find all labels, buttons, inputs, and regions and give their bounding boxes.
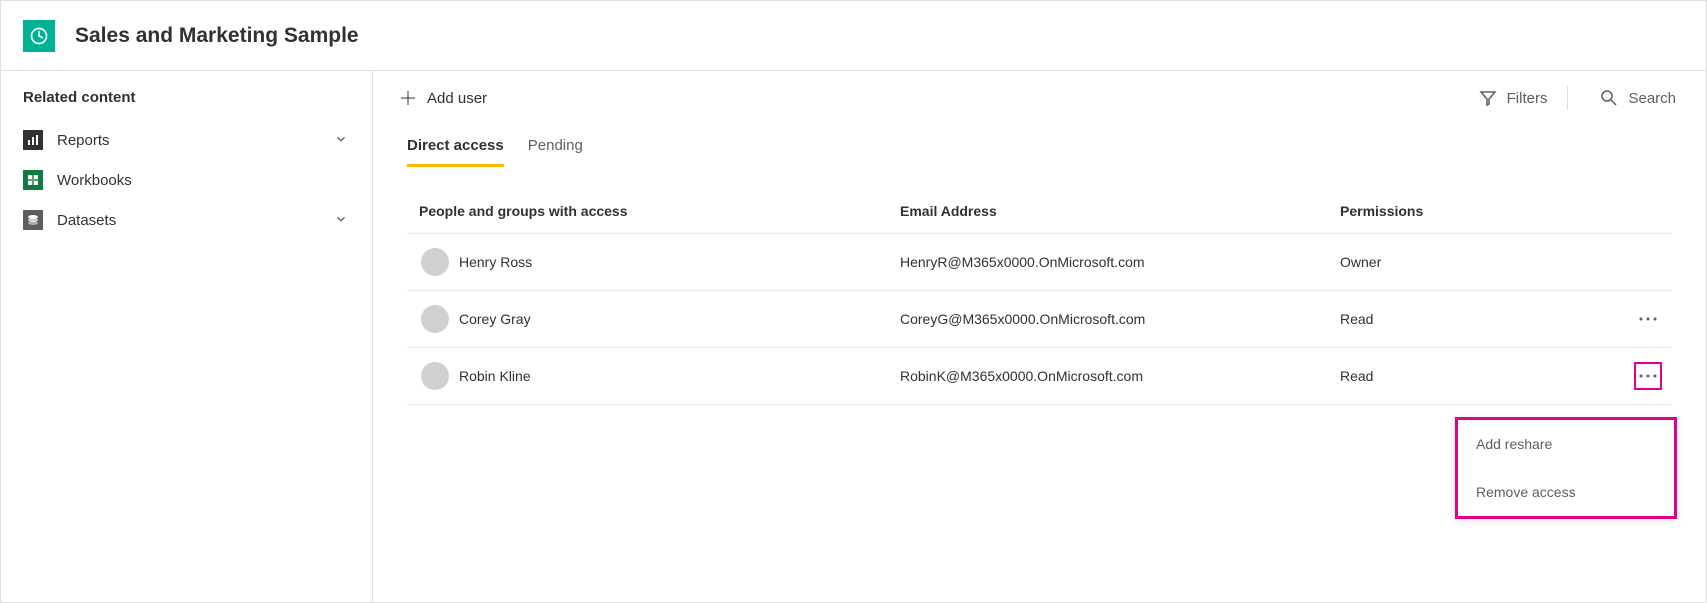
toolbar: Add user Filters Search <box>373 71 1706 125</box>
more-options-button[interactable] <box>1634 305 1662 333</box>
avatar <box>421 305 449 333</box>
column-header-people[interactable]: People and groups with access <box>407 203 900 219</box>
table-row: Henry Ross HenryR@M365x0000.OnMicrosoft.… <box>407 234 1672 291</box>
sidebar-item-reports[interactable]: Reports <box>1 120 372 160</box>
sidebar-item-label: Reports <box>57 132 334 149</box>
filters-button[interactable]: Filters <box>1467 83 1560 113</box>
user-email: RobinK@M365x0000.OnMicrosoft.com <box>900 368 1340 384</box>
sidebar-heading: Related content <box>1 89 372 120</box>
tabs: Direct access Pending <box>373 125 1706 167</box>
table-row: Robin Kline RobinK@M365x0000.OnMicrosoft… <box>407 348 1672 405</box>
access-table: People and groups with access Email Addr… <box>373 167 1706 405</box>
content-area: Related content Reports Workbooks Datase… <box>1 71 1706 602</box>
user-email: CoreyG@M365x0000.OnMicrosoft.com <box>900 311 1340 327</box>
add-user-label: Add user <box>427 90 487 107</box>
avatar <box>421 362 449 390</box>
sidebar-item-label: Datasets <box>57 212 334 229</box>
sidebar-item-label: Workbooks <box>57 172 350 189</box>
table-row: Corey Gray CoreyG@M365x0000.OnMicrosoft.… <box>407 291 1672 348</box>
ellipsis-icon <box>1639 374 1657 378</box>
tab-pending[interactable]: Pending <box>528 125 583 167</box>
column-header-permissions[interactable]: Permissions <box>1340 203 1485 219</box>
page-header: Sales and Marketing Sample <box>1 1 1706 71</box>
user-name: Henry Ross <box>459 254 532 270</box>
column-header-email[interactable]: Email Address <box>900 203 1340 219</box>
sidebar-item-workbooks[interactable]: Workbooks <box>1 160 372 200</box>
context-menu: Add reshare Remove access <box>1455 417 1677 519</box>
sidebar-item-datasets[interactable]: Datasets <box>1 200 372 240</box>
app-icon <box>23 20 55 52</box>
tab-direct-access[interactable]: Direct access <box>407 125 504 167</box>
chevron-down-icon <box>334 132 350 148</box>
workbooks-icon <box>23 170 43 190</box>
avatar <box>421 248 449 276</box>
search-button[interactable]: Search <box>1588 83 1688 113</box>
filter-icon <box>1479 89 1497 107</box>
add-user-button[interactable]: Add user <box>391 83 495 113</box>
search-label: Search <box>1628 90 1676 107</box>
menu-item-remove-access[interactable]: Remove access <box>1458 468 1674 516</box>
user-email: HenryR@M365x0000.OnMicrosoft.com <box>900 254 1340 270</box>
menu-item-add-reshare[interactable]: Add reshare <box>1458 420 1674 468</box>
page-title: Sales and Marketing Sample <box>75 24 359 48</box>
ellipsis-icon <box>1639 317 1657 321</box>
permission-value: Owner <box>1340 254 1485 270</box>
user-name: Robin Kline <box>459 368 531 384</box>
chevron-down-icon <box>334 212 350 228</box>
filters-label: Filters <box>1507 90 1548 107</box>
search-icon <box>1600 89 1618 107</box>
table-header: People and groups with access Email Addr… <box>407 189 1672 234</box>
plus-icon <box>399 89 417 107</box>
datasets-icon <box>23 210 43 230</box>
main-content: Add user Filters Search Direct access Pe… <box>373 71 1706 602</box>
sidebar: Related content Reports Workbooks Datase… <box>1 71 373 602</box>
reports-icon <box>23 130 43 150</box>
user-name: Corey Gray <box>459 311 531 327</box>
toolbar-divider <box>1567 86 1568 110</box>
permission-value: Read <box>1340 311 1485 327</box>
permission-value: Read <box>1340 368 1485 384</box>
more-options-button[interactable] <box>1634 362 1662 390</box>
